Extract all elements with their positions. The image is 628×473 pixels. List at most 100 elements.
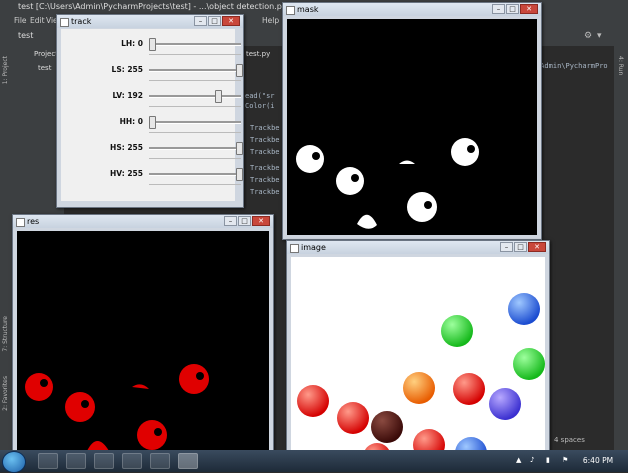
mask-window[interactable]: mask – □ ✕ [282,2,542,240]
editor-tab[interactable]: test.py [246,50,270,58]
clock[interactable]: 6:40 PM [578,450,618,472]
maximize-button[interactable]: □ [506,4,519,14]
photo-image [297,293,545,459]
media-player-icon[interactable] [94,453,114,469]
close-button[interactable]: ✕ [520,4,538,14]
menu-help[interactable]: Help [262,14,279,28]
favorites-tool-tab[interactable]: 2: Favorites [2,376,9,411]
res-hole [154,428,162,436]
trackbar-thumb[interactable] [236,64,243,77]
image-titlebar[interactable]: image – □ ✕ [287,241,549,254]
mask-hole [467,145,475,153]
candy-blue [508,293,540,325]
trackbar-row: LV: 192 [61,89,241,115]
minimize-button[interactable]: – [224,216,237,226]
mask-blob [451,138,479,166]
track-window[interactable]: track – □ ✕ LH: 0 LS: 255 LV: 192 HH: 0 HS: … [56,14,244,208]
mask-blob [336,167,364,195]
trackbar-divider [149,184,241,185]
res-hole [81,400,89,408]
tray-arrow-icon[interactable]: ▲ [516,456,521,464]
maximize-button[interactable]: □ [238,216,251,226]
network-icon[interactable]: ▮ [546,456,550,464]
mask-canvas [287,19,537,235]
structure-tool-tab[interactable]: 7: Structure [2,316,9,352]
path-text: \Admin\PycharmPro [536,62,608,70]
maximize-button[interactable]: □ [514,242,527,252]
res-image [25,364,209,451]
mask-blob [296,145,324,173]
pycharm-taskbar-icon[interactable] [150,453,170,469]
right-tool-strip: 4: Run [614,46,628,450]
trackbar-divider [149,158,241,159]
code-line: ead("sr [245,92,275,100]
volume-icon[interactable]: ♪ [530,456,534,464]
menu-edit[interactable]: Edit [30,14,45,28]
trackbar-divider [149,80,241,81]
window-icon [286,6,295,15]
mask-title: mask [297,5,319,14]
candy-purple [489,388,521,420]
trackbar-label: LV: 192 [112,91,143,100]
project-tool-tab[interactable]: 1: Project [2,56,9,84]
candy-red [297,385,329,417]
minimize-button[interactable]: – [492,4,505,14]
res-window[interactable]: res – □ ✕ [12,214,274,454]
flag-icon[interactable]: ⚑ [562,456,568,464]
candy-brown [371,411,403,443]
mask-hole [424,201,432,209]
track-title: track [71,17,92,26]
close-button[interactable]: ✕ [222,16,240,26]
code-line: Trackbe [250,148,280,156]
maximize-button[interactable]: □ [208,16,221,26]
mask-hole [351,174,359,182]
menu-file[interactable]: File [14,14,27,28]
trackbar-row: LS: 255 [61,63,243,89]
candy-green [513,348,545,380]
code-line: Trackbe [250,124,280,132]
track-titlebar[interactable]: track – □ ✕ [57,15,243,28]
trackbar-slider[interactable] [149,142,243,155]
run-tool-tab[interactable]: 4: Run [617,56,624,75]
chevron-down-icon[interactable]: ▾ [597,31,602,41]
minimize-button[interactable]: – [500,242,513,252]
res-titlebar[interactable]: res – □ ✕ [13,215,273,228]
trackbar-slider[interactable] [149,168,243,181]
trackbar-row: HH: 0 [61,115,241,141]
trackbar-thumb[interactable] [236,142,243,155]
trackbar-slider[interactable] [149,38,241,51]
mask-titlebar[interactable]: mask – □ ✕ [283,3,541,16]
trackbar-divider [149,54,241,55]
trackbar-slider[interactable] [149,116,241,129]
close-button[interactable]: ✕ [252,216,270,226]
trackbar-slider[interactable] [149,64,243,77]
explorer-icon[interactable] [66,453,86,469]
window-icon [16,218,25,227]
trackbar-thumb[interactable] [215,90,222,103]
start-button[interactable] [2,451,26,473]
track-body: LH: 0 LS: 255 LV: 192 HH: 0 HS: 255 HV: 255 [61,29,243,201]
mask-image [296,138,479,229]
trackbar-slider[interactable] [149,90,241,103]
ie-icon[interactable] [38,453,58,469]
close-button[interactable]: ✕ [528,242,546,252]
trackbar-label: LH: 0 [121,39,143,48]
trackbar-label: LS: 255 [111,65,143,74]
settings-icon[interactable]: ⚙ [584,31,592,41]
code-line: Trackbe [250,176,280,184]
status-indent[interactable]: 4 spaces [554,436,585,444]
minimize-button[interactable]: – [194,16,207,26]
trackbar-thumb[interactable] [149,38,156,51]
res-title: res [27,217,40,226]
python-window-icon[interactable] [178,453,198,469]
trackbar-thumb[interactable] [236,168,243,181]
image-window[interactable]: image – □ ✕ [286,240,550,462]
res-hole [40,379,48,387]
project-root-node[interactable]: test [38,64,51,72]
project-root-crumb[interactable]: test [18,31,33,40]
candy-green [441,315,473,347]
windows-taskbar: ▲ ♪ ▮ ⚑ 6:40 PM [0,450,628,473]
project-panel-label[interactable]: Project [34,50,58,58]
trackbar-thumb[interactable] [149,116,156,129]
chrome-icon[interactable] [122,453,142,469]
